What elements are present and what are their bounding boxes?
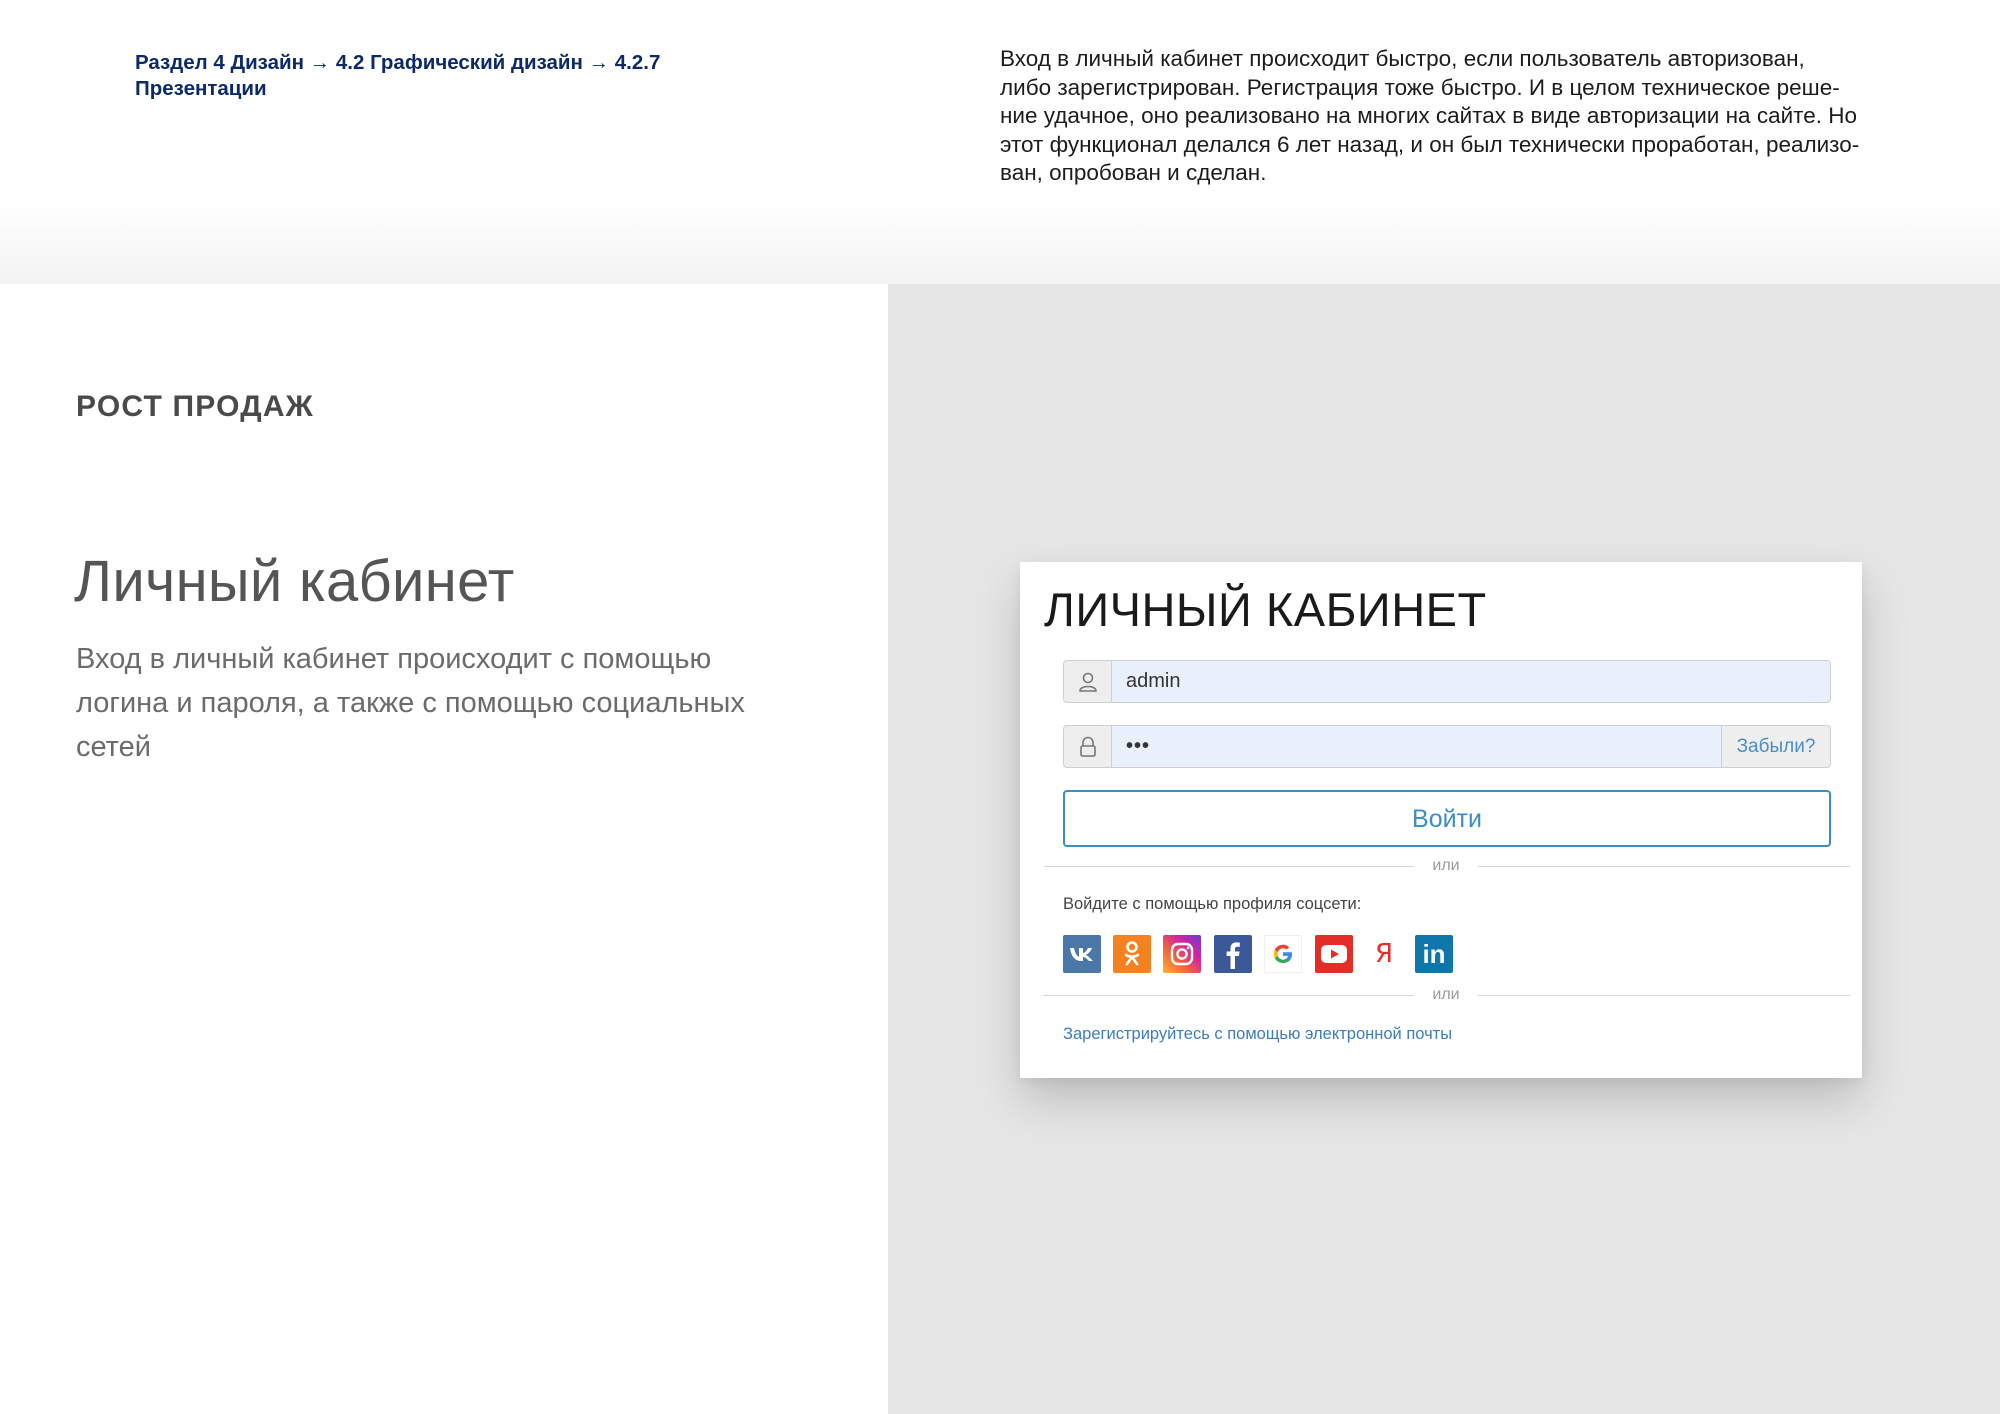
divider-line (1044, 866, 1414, 867)
feature-description-line: логина и пароля, а также с помощью социа… (76, 687, 745, 719)
forgot-password-link[interactable]: Забыли? (1721, 726, 1830, 767)
login-button[interactable]: Войти (1063, 790, 1831, 847)
password-value[interactable]: ••• (1126, 726, 1150, 767)
or-label: или (1432, 857, 1460, 874)
lock-icon (1064, 726, 1112, 767)
divider-line (1044, 995, 1414, 996)
feature-description: Вход в личный кабинет происходит с помощ… (76, 637, 816, 769)
register-email-link[interactable]: Зарегистрируйтесь с помощью электронной … (1063, 1025, 1452, 1044)
login-card: ЛИЧНЫЙ КАБИНЕТ admin ••• Забыли? Войти и… (1020, 562, 1862, 1078)
intro-line: ние удачное, оно реализовано на многих с… (1000, 103, 1857, 128)
page-header: Раздел 4 Дизайн → 4.2 Графический дизайн… (0, 0, 2000, 284)
password-field[interactable]: ••• Забыли? (1063, 725, 1831, 768)
user-icon (1064, 661, 1112, 702)
or-divider: или (1044, 856, 1850, 876)
odnoklassniki-icon[interactable] (1113, 935, 1151, 973)
intro-line: этот функционал делался 6 лет назад, и о… (1000, 131, 1860, 157)
breadcrumb-current[interactable]: Презентации (135, 76, 715, 102)
username-field[interactable]: admin (1063, 660, 1831, 703)
feature-title: Личный кабинет (74, 549, 515, 614)
intro-line: ван, опробован и сделан. (1000, 160, 1267, 185)
instagram-icon[interactable] (1163, 935, 1201, 973)
intro-text: Вход в личный кабинет происходит быстро,… (1000, 45, 1900, 188)
google-icon[interactable] (1264, 935, 1302, 973)
intro-line: Вход в личный кабинет происходит быстро,… (1000, 46, 1805, 71)
linkedin-icon[interactable]: in (1415, 935, 1453, 973)
intro-line: либо зарегистрирован. Регистрация тоже б… (1000, 74, 1840, 100)
facebook-icon[interactable] (1214, 935, 1252, 973)
divider-line (1478, 995, 1850, 996)
youtube-icon[interactable] (1315, 935, 1353, 973)
or-divider: или (1044, 985, 1850, 1005)
or-label: или (1432, 986, 1460, 1003)
feature-description-line: Вход в личный кабинет происходит с помощ… (76, 643, 712, 675)
vk-icon[interactable] (1063, 935, 1101, 973)
yandex-icon[interactable]: Я (1365, 935, 1403, 973)
social-login-label: Войдите с помощью профиля соцсети: (1063, 895, 1362, 913)
login-card-title: ЛИЧНЫЙ КАБИНЕТ (1044, 583, 1487, 636)
section-label: РОСТ ПРОДАЖ (76, 390, 314, 423)
divider-line (1478, 866, 1850, 867)
breadcrumb-path[interactable]: Раздел 4 Дизайн → 4.2 Графический дизайн… (135, 50, 715, 76)
username-value[interactable]: admin (1126, 661, 1180, 702)
feature-description-line: сетей (76, 731, 151, 763)
breadcrumb[interactable]: Раздел 4 Дизайн → 4.2 Графический дизайн… (135, 50, 715, 102)
left-panel (0, 284, 888, 1414)
